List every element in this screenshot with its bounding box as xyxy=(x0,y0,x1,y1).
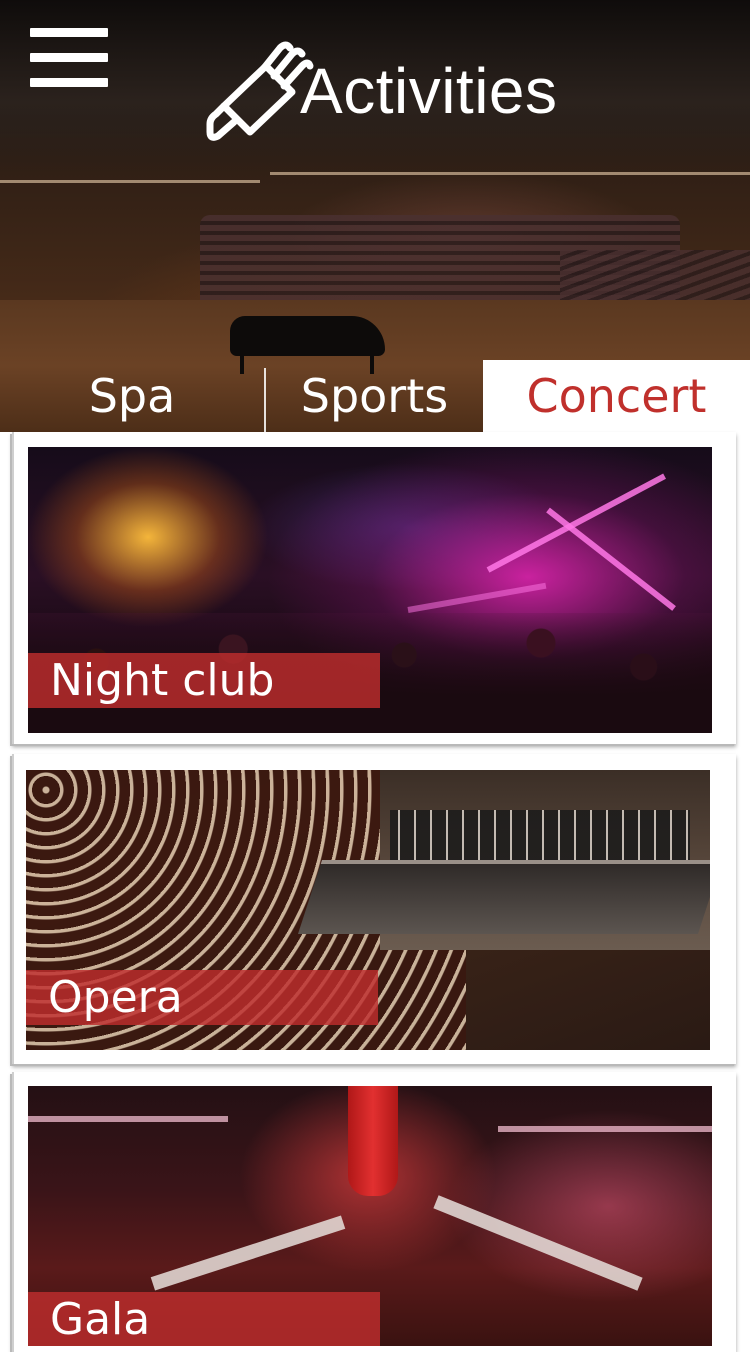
piano-shape xyxy=(230,316,385,356)
tab-sports[interactable]: Sports xyxy=(266,360,483,432)
tab-spa[interactable]: Spa xyxy=(0,360,264,432)
card-label: Night club xyxy=(28,653,380,708)
tab-concert[interactable]: Concert xyxy=(483,360,750,432)
activity-list: Night club Opera Gala xyxy=(0,432,750,1352)
banquet-table xyxy=(433,1195,643,1291)
page-title: Activities xyxy=(300,55,558,127)
gala-photo[interactable]: Gala xyxy=(28,1086,712,1346)
banquet-table xyxy=(150,1215,346,1291)
list-item-night-club[interactable]: Night club xyxy=(12,432,736,744)
balcony-rail xyxy=(28,1116,228,1122)
hamburger-menu-icon[interactable] xyxy=(30,28,108,88)
page-title-group: Activities xyxy=(204,36,558,146)
laser-beam xyxy=(407,582,547,613)
banner-light-strip xyxy=(0,180,260,183)
card-label: Opera xyxy=(26,970,378,1025)
category-tabs: Spa Sports Concert xyxy=(0,360,750,432)
laser-beam xyxy=(546,507,676,611)
card-label: Gala xyxy=(28,1292,380,1346)
stage-edge xyxy=(297,860,710,934)
opera-photo[interactable]: Opera xyxy=(26,770,710,1050)
laser-beam xyxy=(486,473,666,573)
banner-light-strip xyxy=(270,172,750,175)
list-item-opera[interactable]: Opera xyxy=(12,754,736,1064)
list-item-gala[interactable]: Gala xyxy=(12,1072,736,1352)
header-banner: Activities Spa Sports Concert xyxy=(0,0,750,432)
night-club-photo[interactable]: Night club xyxy=(28,447,712,733)
balcony-rail xyxy=(498,1126,712,1132)
red-drape xyxy=(348,1086,398,1196)
